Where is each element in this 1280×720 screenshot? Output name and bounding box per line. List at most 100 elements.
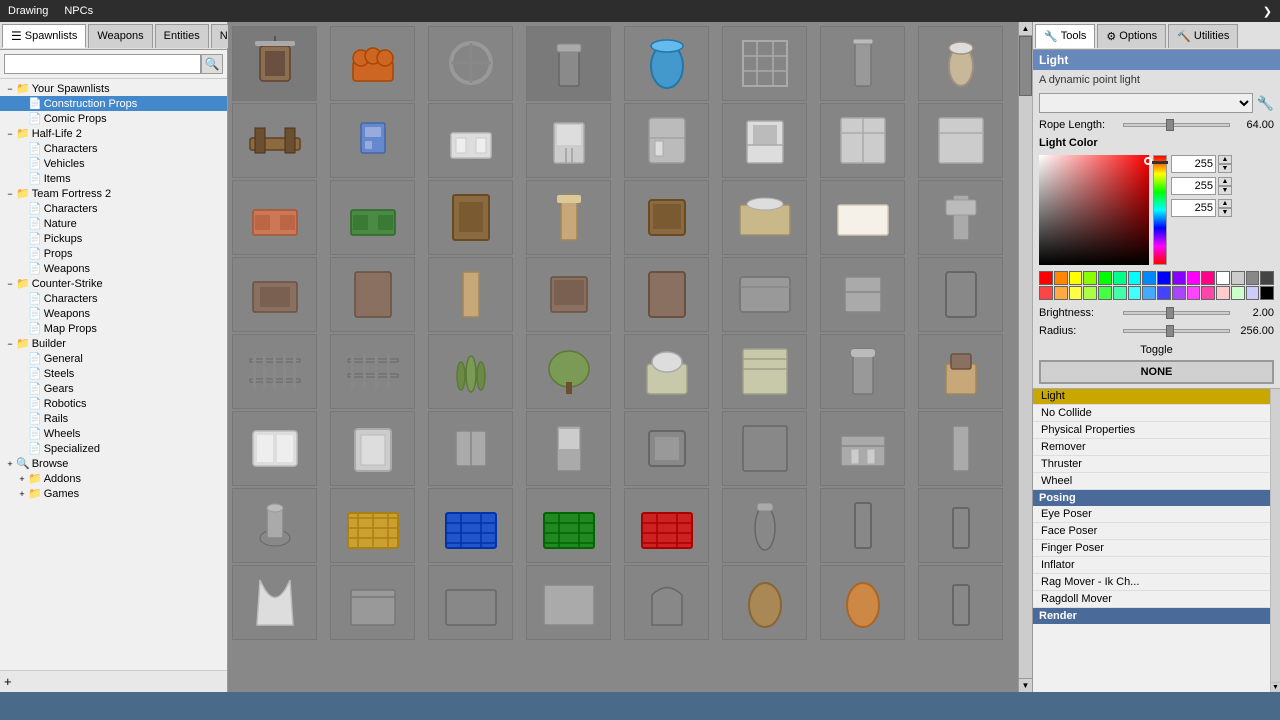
color-swatch[interactable] [1142,286,1156,300]
tab-options[interactable]: ⚙ Options [1097,24,1166,48]
prop-item[interactable] [428,180,513,255]
tree-item-construction-props[interactable]: 📄 Construction Props [0,96,227,111]
scroll-up-arrow[interactable]: ▲ [1019,22,1032,36]
tree-item-tf2-pickups[interactable]: 📄 Pickups [0,231,227,246]
prop-item[interactable] [428,488,513,563]
prop-item[interactable] [722,257,807,332]
prop-item[interactable] [918,180,1003,255]
tool-physical-properties[interactable]: Physical Properties [1033,422,1270,439]
tree-item-tf2-props[interactable]: 📄 Props [0,246,227,261]
tree-item-builder-specialized[interactable]: 📄 Specialized [0,441,227,456]
prop-item[interactable] [820,565,905,640]
r-input[interactable] [1171,155,1216,173]
tab-utilities[interactable]: 🔨 Utilities [1168,24,1238,48]
prop-item[interactable] [526,565,611,640]
color-swatch[interactable] [1039,271,1053,285]
tab-entities[interactable]: Entities [155,24,209,48]
color-swatch[interactable] [1098,271,1112,285]
tree-item-builder-steels[interactable]: 📄 Steels [0,366,227,381]
color-swatch[interactable] [1246,271,1260,285]
tab-weapons[interactable]: Weapons [88,24,152,48]
prop-item[interactable] [232,488,317,563]
rope-length-slider[interactable] [1123,123,1230,127]
color-swatch[interactable] [1128,286,1142,300]
prop-item[interactable] [428,103,513,178]
tree-item-tf2[interactable]: − 📁 Team Fortress 2 [0,186,227,201]
g-input[interactable] [1171,177,1216,195]
search-button[interactable]: 🔍 [201,54,223,74]
prop-item[interactable] [428,257,513,332]
prop-item[interactable] [330,26,415,101]
r-down-btn[interactable]: ▼ [1218,164,1232,173]
prop-item[interactable] [722,334,807,409]
b-up-btn[interactable]: ▲ [1218,199,1232,208]
color-swatch[interactable] [1128,271,1142,285]
prop-item[interactable] [820,26,905,101]
prop-item[interactable] [526,26,611,101]
hue-bar[interactable] [1153,155,1167,265]
tree-item-tf2-nature[interactable]: 📄 Nature [0,216,227,231]
prop-item[interactable] [330,257,415,332]
color-swatch[interactable] [1246,286,1260,300]
tree-item-cs[interactable]: − 📁 Counter-Strike [0,276,227,291]
color-swatch[interactable] [1216,286,1230,300]
prop-item[interactable] [526,411,611,486]
tree-item-hl2-items[interactable]: 📄 Items [0,171,227,186]
b-input[interactable] [1171,199,1216,217]
prop-item[interactable] [722,26,807,101]
prop-item[interactable] [820,103,905,178]
prop-item[interactable] [820,180,905,255]
prop-item[interactable] [526,334,611,409]
prop-item[interactable] [918,488,1003,563]
tool-light[interactable]: Light [1033,388,1270,405]
radius-slider[interactable] [1123,329,1230,333]
expand-button[interactable]: ❯ [1263,5,1272,18]
brightness-thumb[interactable] [1166,307,1174,319]
prop-item[interactable] [624,180,709,255]
tree-item-cs-characters[interactable]: 📄 Characters [0,291,227,306]
prop-item[interactable] [232,180,317,255]
color-gradient[interactable] [1039,155,1149,265]
tool-ragdoll-mover[interactable]: Ragdoll Mover [1033,591,1270,608]
tree-item-builder-wheels[interactable]: 📄 Wheels [0,426,227,441]
tool-finger-poser[interactable]: Finger Poser [1033,540,1270,557]
prop-item[interactable] [918,334,1003,409]
prop-item[interactable] [918,411,1003,486]
tree-item-cs-weapons[interactable]: 📄 Weapons [0,306,227,321]
light-wrench-icon[interactable]: 🔧 [1257,95,1274,112]
toggle-games[interactable]: + [16,489,28,499]
hue-handle[interactable] [1152,161,1168,164]
color-gradient-handle[interactable] [1144,157,1152,165]
r-up-btn[interactable]: ▲ [1218,155,1232,164]
tools-scroll-down[interactable]: ▼ [1271,682,1280,692]
prop-item[interactable] [526,103,611,178]
menu-drawing[interactable]: Drawing [8,5,48,17]
color-swatch[interactable] [1054,286,1068,300]
tab-spawnlists[interactable]: ☰ Spawnlists [2,24,86,48]
tree-item-hl2-characters[interactable]: 📄 Characters [0,141,227,156]
g-down-btn[interactable]: ▼ [1218,186,1232,195]
prop-item[interactable] [428,26,513,101]
brightness-slider[interactable] [1123,311,1230,315]
prop-item[interactable] [428,565,513,640]
radius-thumb[interactable] [1166,325,1174,337]
color-swatch[interactable] [1039,286,1053,300]
b-down-btn[interactable]: ▼ [1218,208,1232,217]
prop-item[interactable] [722,180,807,255]
prop-item[interactable] [820,488,905,563]
prop-item[interactable] [330,411,415,486]
prop-item[interactable] [330,334,415,409]
tree-item-comic-props[interactable]: 📄 Comic Props [0,111,227,126]
toggle-browse[interactable]: + [4,459,16,469]
color-swatch[interactable] [1172,286,1186,300]
tab-tools[interactable]: 🔧 Tools [1035,24,1095,48]
tree-item-tf2-characters[interactable]: 📄 Characters [0,201,227,216]
prop-item[interactable] [918,103,1003,178]
prop-item[interactable] [330,565,415,640]
color-swatch[interactable] [1201,286,1215,300]
menu-npcs[interactable]: NPCs [64,5,93,17]
prop-item[interactable] [330,180,415,255]
color-swatch[interactable] [1231,286,1245,300]
tree-item-browse[interactable]: + 🔍 Browse [0,456,227,471]
prop-item[interactable] [232,334,317,409]
